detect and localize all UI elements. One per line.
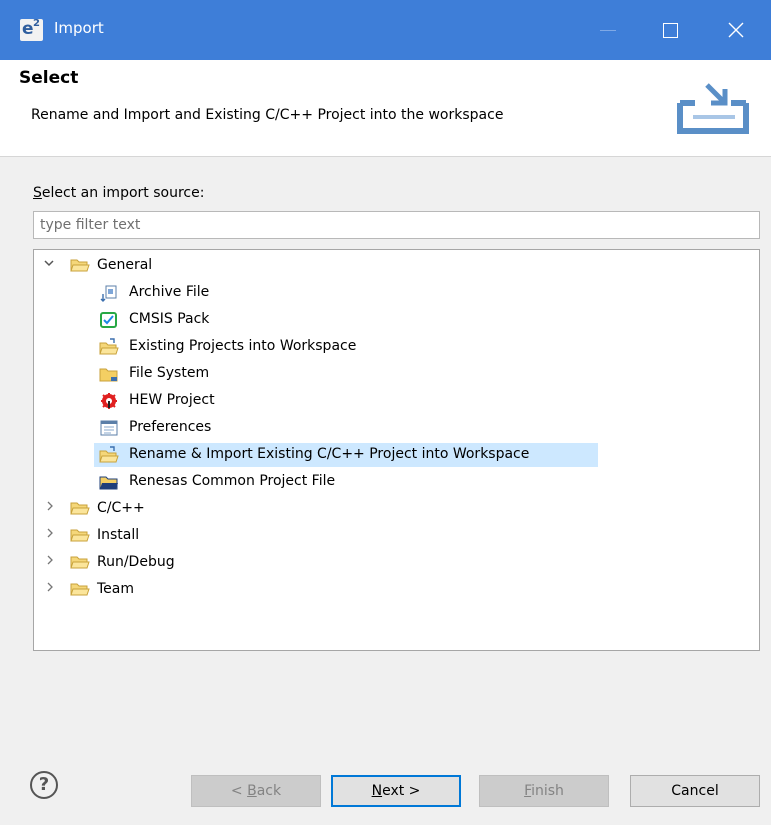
chevron-right-icon[interactable] xyxy=(44,554,58,570)
import-dialog: e 2 Import Select Rename and Import and … xyxy=(0,0,771,825)
tree-item-archive-file[interactable]: Archive File xyxy=(34,281,759,305)
tree-item-install[interactable]: Install xyxy=(34,524,759,548)
tree-item-label: Existing Projects into Workspace xyxy=(129,338,357,354)
page-description: Rename and Import and Existing C/C++ Pro… xyxy=(31,107,504,123)
back-prefix: < xyxy=(230,783,248,799)
import-wizard-banner-icon xyxy=(677,83,749,134)
filter-input[interactable] xyxy=(33,211,760,239)
tree-item-cmsis-pack[interactable]: CMSIS Pack xyxy=(34,308,759,332)
tree-item-existing-projects[interactable]: Existing Projects into Workspace xyxy=(34,335,759,359)
close-button[interactable] xyxy=(721,15,751,45)
page-title: Select xyxy=(19,68,79,88)
archive-file-icon xyxy=(99,284,119,302)
label-text: elect an import source: xyxy=(41,185,205,201)
chevron-right-icon[interactable] xyxy=(44,527,58,543)
import-source-tree[interactable]: General Archive File CMSIS Pack Existing… xyxy=(33,249,760,651)
finish-label: inish xyxy=(531,783,564,799)
next-accelerator: N xyxy=(371,783,383,799)
tree-item-preferences[interactable]: Preferences xyxy=(34,416,759,440)
renesas-project-file-icon xyxy=(99,473,119,491)
tree-item-label: HEW Project xyxy=(129,392,215,408)
finish-button[interactable]: Finish xyxy=(479,775,609,807)
import-source-label: Select an import source: xyxy=(33,185,204,201)
tree-item-renesas-common[interactable]: Renesas Common Project File xyxy=(34,470,759,494)
title-bar: e 2 Import xyxy=(0,0,771,60)
back-button[interactable]: < Back xyxy=(191,775,321,807)
tree-item-label: Run/Debug xyxy=(97,554,175,570)
back-label: ack xyxy=(256,783,282,799)
file-system-folder-icon xyxy=(99,365,119,383)
label-accelerator: S xyxy=(33,185,42,201)
chevron-right-icon[interactable] xyxy=(44,500,58,516)
tree-item-label: Archive File xyxy=(129,284,210,300)
tree-item-label: Team xyxy=(97,581,135,597)
preferences-icon xyxy=(99,419,119,437)
tree-item-label: Rename & Import Existing C/C++ Project i… xyxy=(129,446,530,462)
tree-item-file-system[interactable]: File System xyxy=(34,362,759,386)
tree-item-label: Install xyxy=(97,527,140,543)
folder-icon xyxy=(70,500,90,518)
tree-item-hew-project[interactable]: HEW Project xyxy=(34,389,759,413)
tree-item-label: CMSIS Pack xyxy=(129,311,210,327)
hew-project-icon xyxy=(99,392,119,410)
wizard-header: Select Rename and Import and Existing C/… xyxy=(0,60,771,157)
close-icon xyxy=(728,22,744,38)
cmsis-pack-icon xyxy=(99,311,119,329)
tree-item-label: Renesas Common Project File xyxy=(129,473,336,489)
tree-item-label: General xyxy=(97,257,153,273)
tree-item-rename-import[interactable]: Rename & Import Existing C/C++ Project i… xyxy=(94,443,598,467)
existing-projects-icon xyxy=(99,338,119,356)
cancel-button[interactable]: Cancel xyxy=(630,775,760,807)
maximize-button[interactable] xyxy=(655,15,685,45)
back-accelerator: B xyxy=(247,783,257,799)
tree-item-team[interactable]: Team xyxy=(34,578,759,602)
logo-superscript: 2 xyxy=(33,18,40,29)
next-button[interactable]: Next > xyxy=(331,775,461,807)
e2-studio-logo-icon: e 2 xyxy=(20,18,43,41)
tree-item-run-debug[interactable]: Run/Debug xyxy=(34,551,759,575)
open-folder-icon xyxy=(70,257,90,275)
tree-item-cpp[interactable]: C/C++ xyxy=(34,497,759,521)
chevron-down-icon[interactable] xyxy=(43,257,57,273)
tree-item-label: File System xyxy=(129,365,210,381)
minimize-button[interactable] xyxy=(593,15,623,45)
tree-item-label: Preferences xyxy=(129,419,212,435)
folder-icon xyxy=(70,581,90,599)
chevron-right-icon[interactable] xyxy=(44,581,58,597)
tree-item-general[interactable]: General xyxy=(34,254,759,278)
window-title: Import xyxy=(54,19,104,37)
rename-import-icon xyxy=(99,446,119,464)
next-label: ext > xyxy=(382,783,421,799)
folder-icon xyxy=(70,527,90,545)
tree-item-label: C/C++ xyxy=(97,500,145,516)
folder-icon xyxy=(70,554,90,572)
logo-letter: e xyxy=(22,19,34,39)
help-icon[interactable]: ? xyxy=(30,771,58,799)
